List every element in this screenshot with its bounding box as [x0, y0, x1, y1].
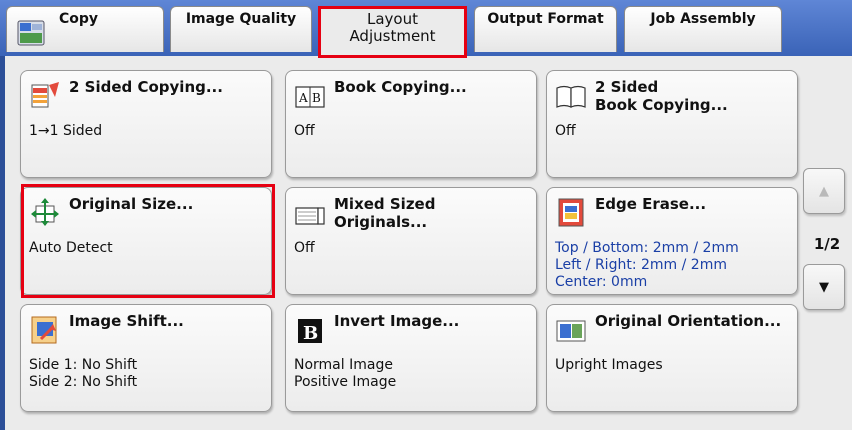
button-value: Off — [294, 240, 315, 256]
page-down-button[interactable]: ▼ — [803, 264, 845, 310]
button-title: Original Size... — [69, 195, 194, 213]
tab-output-format[interactable]: Output Format — [474, 6, 617, 52]
arrow-down-icon: ▼ — [819, 279, 829, 295]
svg-text:B: B — [312, 91, 321, 105]
button-value: Side 1: No Shift Side 2: No Shift — [29, 357, 138, 390]
edge-erase-icon — [558, 198, 584, 227]
image-shift-icon — [31, 316, 57, 344]
button-title: Book Copying... — [334, 78, 467, 96]
arrow-up-icon: ▲ — [819, 183, 829, 199]
mixed-sized-originals-button[interactable]: Mixed Sized Originals... Off — [285, 187, 537, 295]
button-title: Original Orientation... — [595, 312, 782, 330]
two-sided-copying-button[interactable]: 2 Sided Copying... 1→1 Sided — [20, 70, 272, 178]
button-value: Auto Detect — [29, 240, 113, 256]
button-value: Upright Images — [555, 357, 663, 373]
button-title: 2 Sided Copying... — [69, 78, 223, 96]
button-title: Mixed Sized Originals... — [334, 195, 436, 231]
page-up-button[interactable]: ▲ — [803, 168, 845, 214]
button-title: 2 Sided Book Copying... — [595, 78, 728, 114]
button-title: Image Shift... — [69, 312, 184, 330]
tab-layout-adjustment[interactable]: Layout Adjustment — [318, 6, 467, 58]
edge-erase-button[interactable]: Edge Erase... Top / Bottom: 2mm / 2mm Le… — [546, 187, 798, 295]
invert-image-button[interactable]: B Invert Image... Normal Image Positive … — [285, 304, 537, 412]
button-value: Normal Image Positive Image — [294, 357, 397, 390]
page-indicator: 1/2 — [813, 235, 841, 253]
tab-bar: Copy Image Quality Layout Adjustment Out… — [0, 0, 852, 58]
button-title: Invert Image... — [334, 312, 460, 330]
original-size-button[interactable]: Original Size... Auto Detect — [20, 187, 272, 295]
mixed-sizes-icon — [295, 207, 325, 225]
open-book-icon — [556, 85, 586, 108]
tab-layout-adjustment-label: Layout Adjustment — [349, 10, 436, 45]
button-title: Edge Erase... — [595, 195, 707, 213]
book-copying-button[interactable]: A B Book Copying... Off — [285, 70, 537, 178]
svg-text:A: A — [298, 91, 308, 105]
button-value: Off — [555, 123, 576, 139]
image-shift-button[interactable]: Image Shift... Side 1: No Shift Side 2: … — [20, 304, 272, 412]
tab-image-quality-label: Image Quality — [185, 11, 297, 27]
duplex-copy-icon — [31, 82, 59, 108]
invert-image-icon: B — [298, 319, 322, 344]
button-value: Off — [294, 123, 315, 139]
tab-job-assembly-label: Job Assembly — [650, 11, 756, 27]
tab-copy[interactable]: Copy — [6, 6, 164, 52]
button-value: Top / Bottom: 2mm / 2mm Left / Right: 2m… — [555, 240, 739, 290]
two-sided-book-copying-button[interactable]: 2 Sided Book Copying... Off — [546, 70, 798, 178]
copy-screen: Copy Image Quality Layout Adjustment Out… — [0, 0, 852, 430]
button-value: 1→1 Sided — [29, 123, 103, 139]
tab-image-quality[interactable]: Image Quality — [170, 6, 312, 52]
copier-icon — [17, 20, 45, 46]
tab-job-assembly[interactable]: Job Assembly — [624, 6, 782, 52]
svg-text:B: B — [303, 323, 318, 344]
book-ab-icon: A B — [295, 86, 325, 108]
original-orientation-button[interactable]: Original Orientation... Upright Images — [546, 304, 798, 412]
resize-arrows-icon — [31, 198, 59, 226]
tab-output-format-label: Output Format — [487, 11, 604, 27]
tab-copy-label: Copy — [59, 11, 99, 27]
orientation-icon — [556, 320, 586, 342]
